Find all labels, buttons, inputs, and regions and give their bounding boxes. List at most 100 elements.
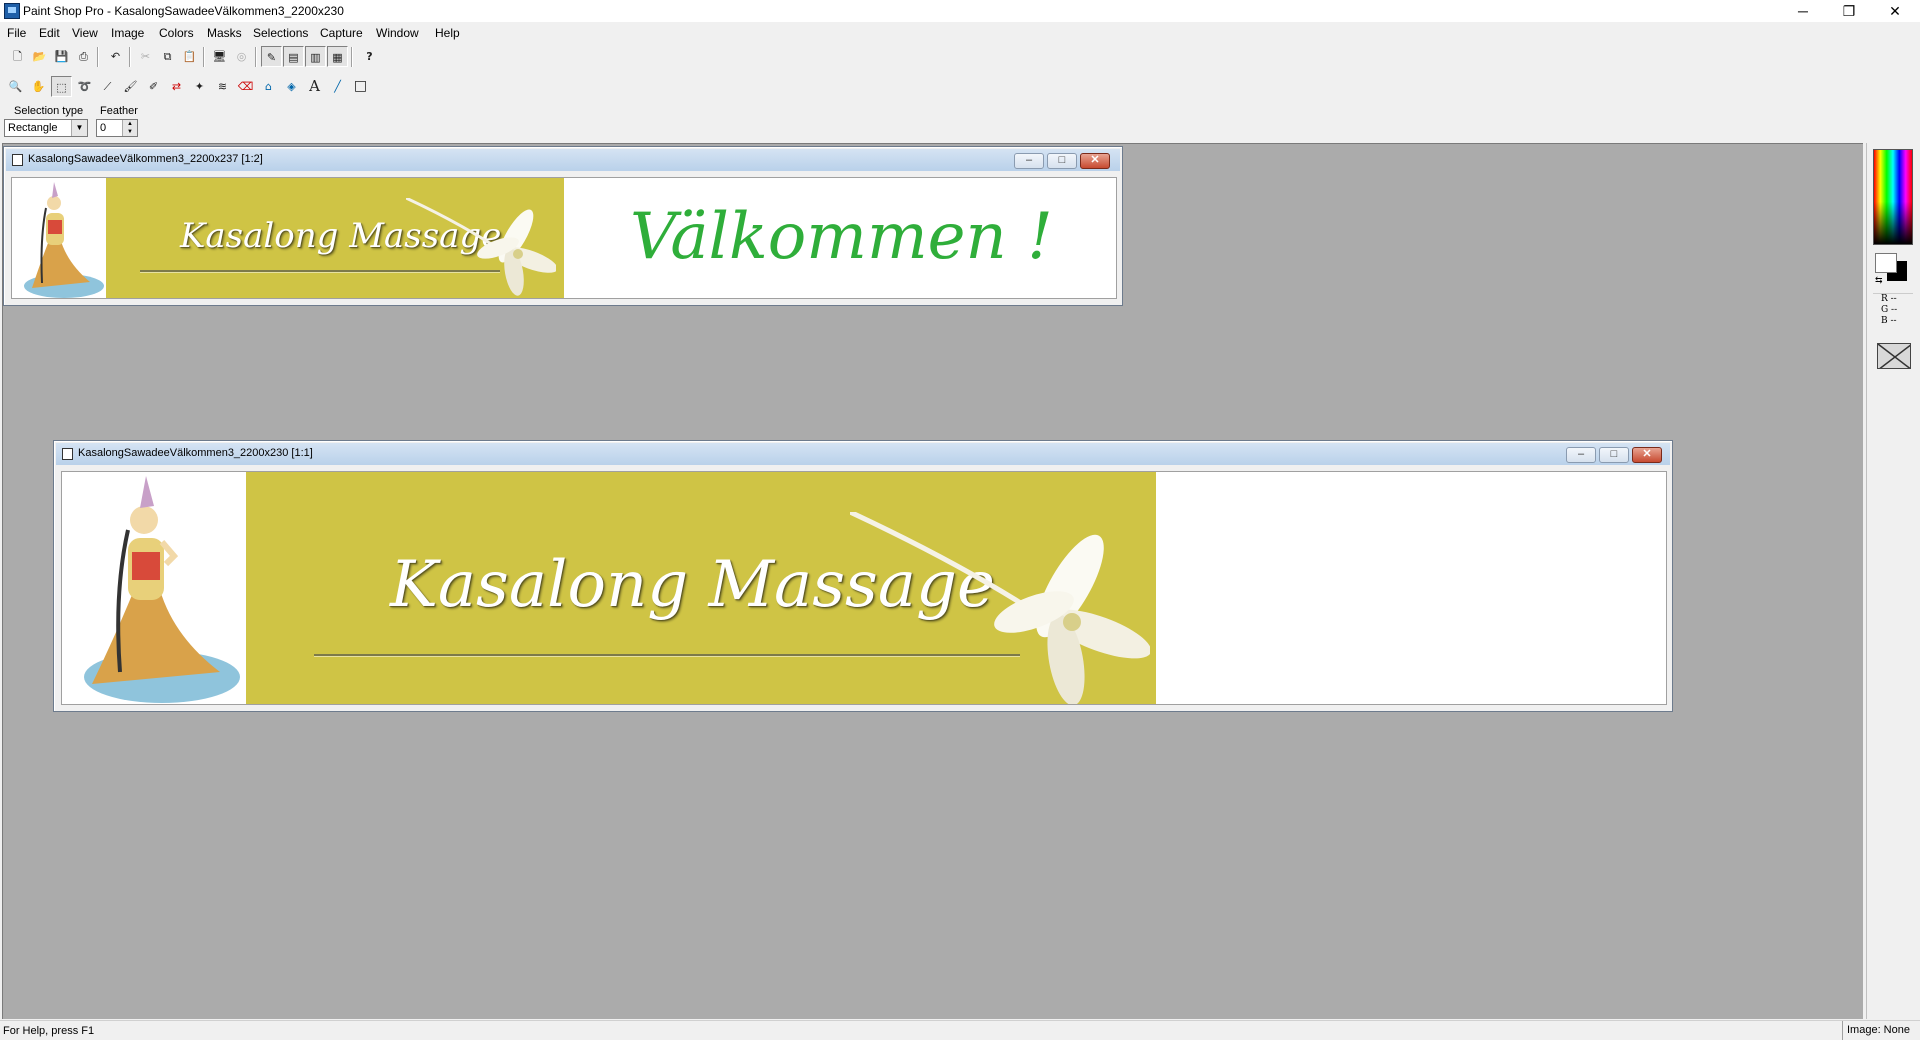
image-canvas[interactable]: Kasalong Massage Välkommen ! [11,177,1117,299]
normal-viewing-icon[interactable]: ◎ [231,46,252,67]
image-window-half[interactable]: KasalongSawadeeVälkommen3_2200x237 [1:2]… [3,146,1123,306]
workspace: KasalongSawadeeVälkommen3_2200x237 [1:2]… [2,143,1863,1019]
menu-image[interactable]: Image [111,26,144,40]
figure-illustration [12,178,106,298]
window-minimize-button[interactable]: – [1566,447,1596,463]
selection-type-value: Rectangle [8,122,58,134]
app-icon[interactable] [4,3,20,19]
toolbar-separator [129,47,131,67]
image-window-caption[interactable]: KasalongSawadeeVälkommen3_2200x230 [1:1]… [56,443,1670,465]
cut-icon[interactable]: ✂ [135,46,156,67]
menu-help[interactable]: Help [435,26,460,40]
text-icon[interactable]: A [304,76,325,97]
toolbar-separator [97,47,99,67]
brand-banner: Kasalong Massage [246,472,1156,704]
flower-image [850,512,1150,704]
menu-file[interactable]: File [7,26,26,40]
foreground-background-swatches[interactable]: ⇆ [1873,253,1913,287]
red-readout: R -- [1881,294,1897,304]
copy-icon[interactable]: ⧉ [157,46,178,67]
clone-brush-icon[interactable]: ✐ [143,76,164,97]
spin-arrows-icon[interactable]: ▲ ▼ [122,120,137,136]
histogram-icon[interactable]: ▦ [327,46,348,67]
feather-value: 0 [100,122,107,134]
tools-toolbar: 🔍 ✋ ⬚ ➰ ⟋ 🖌 ✐ ⇄ ✦ ≋ ⌫ ⌂ ◈ A ╱ □ [4,76,378,100]
menu-masks[interactable]: Masks [207,26,242,40]
eraser-icon[interactable]: ⌫ [235,76,256,97]
window-maximize-button[interactable]: □ [1047,153,1077,169]
eyedropper-icon[interactable]: ⟋ [97,76,118,97]
full-screen-icon[interactable]: 🖥 [209,46,230,67]
toolbar-separator [255,47,257,67]
menu-selections[interactable]: Selections [253,26,308,40]
toolbar-separator [203,47,205,67]
window-maximize-button[interactable]: □ [1599,447,1629,463]
status-bar: For Help, press F1 Image: None [0,1020,1920,1040]
selection-icon[interactable]: ⬚ [51,76,72,97]
image-window-full[interactable]: KasalongSawadeeVälkommen3_2200x230 [1:1]… [53,440,1673,712]
color-palette: ⇆ R -- G -- B -- [1866,143,1918,1019]
retouch-icon[interactable]: ✦ [189,76,210,97]
figure-illustration [62,472,246,704]
style-bar-icon[interactable]: ▤ [283,46,304,67]
menu-colors[interactable]: Colors [159,26,194,40]
swap-colors-icon[interactable]: ⇆ [1875,275,1883,286]
minimize-button[interactable]: ─ [1780,0,1826,22]
window-title: Paint Shop Pro - KasalongSawadeeVälkomme… [23,4,344,18]
chevron-down-icon[interactable]: ▼ [71,120,87,136]
window-close-button[interactable]: ✕ [1080,153,1110,169]
shape-icon[interactable]: □ [350,76,371,97]
paintbrush-icon[interactable]: 🖌 [120,76,141,97]
transparent-color-icon[interactable] [1877,343,1911,369]
save-icon[interactable]: 💾 [51,46,72,67]
print-icon[interactable]: ⎙ [73,46,94,67]
undo-icon[interactable]: ↶ [105,46,126,67]
green-readout: G -- [1881,305,1898,315]
feather-input[interactable]: 0 ▲ ▼ [96,119,138,137]
image-canvas[interactable]: Kasalong Massage [61,471,1667,705]
status-image-info: Image: None [1842,1021,1920,1040]
window-minimize-button[interactable]: – [1014,153,1044,169]
help-icon[interactable]: ? [359,46,380,67]
lasso-icon[interactable]: ➰ [74,76,95,97]
window-close-button[interactable]: ✕ [1632,447,1662,463]
menu-bar: File Edit View Image Colors Masks Select… [0,22,1920,44]
color-spectrum[interactable] [1873,149,1913,245]
color-palette-icon[interactable]: ▥ [305,46,326,67]
menu-window[interactable]: Window [376,26,419,40]
close-button[interactable]: ✕ [1872,0,1918,22]
picture-tube-icon[interactable]: ⌂ [258,76,279,97]
document-icon [62,448,73,460]
toolbar-separator [351,47,353,67]
foreground-color-swatch[interactable] [1875,253,1897,273]
welcome-text: Välkommen ! [630,200,1053,274]
image-window-title: KasalongSawadeeVälkommen3_2200x237 [1:2] [28,153,263,165]
paste-icon[interactable]: 📋 [179,46,200,67]
color-replacer-icon[interactable]: ⇄ [166,76,187,97]
selection-type-select[interactable]: Rectangle ▼ [4,119,88,137]
title-bar: Paint Shop Pro - KasalongSawadeeVälkomme… [0,0,1920,22]
flower-image [406,198,556,296]
new-icon[interactable]: 🗋 [7,46,28,67]
line-icon[interactable]: ╱ [327,76,348,97]
status-help-text: For Help, press F1 [3,1025,95,1037]
restore-button[interactable]: ❐ [1826,0,1872,22]
open-icon[interactable]: 📂 [29,46,50,67]
feather-label: Feather [100,105,138,117]
pan-icon[interactable]: ✋ [28,76,49,97]
scratch-remover-icon[interactable]: ≋ [212,76,233,97]
menu-view[interactable]: View [72,26,98,40]
main-toolbar: 🗋 📂 💾 ⎙ ↶ ✂ ⧉ 📋 🖥 ◎ ✎ ▤ ▥ ▦ ? [4,46,390,70]
zoom-icon[interactable]: 🔍 [5,76,26,97]
image-window-title: KasalongSawadeeVälkommen3_2200x230 [1:1] [78,447,313,459]
flood-fill-icon[interactable]: ◈ [281,76,302,97]
selection-type-label: Selection type [14,105,84,117]
menu-capture[interactable]: Capture [320,26,363,40]
tool-palette-icon[interactable]: ✎ [261,46,282,67]
blue-readout: B -- [1881,316,1897,326]
brand-banner: Kasalong Massage [106,178,564,298]
rgb-readout: R -- G -- B -- [1873,293,1913,329]
menu-edit[interactable]: Edit [39,26,60,40]
image-window-caption[interactable]: KasalongSawadeeVälkommen3_2200x237 [1:2]… [6,149,1120,171]
document-icon [12,154,23,166]
